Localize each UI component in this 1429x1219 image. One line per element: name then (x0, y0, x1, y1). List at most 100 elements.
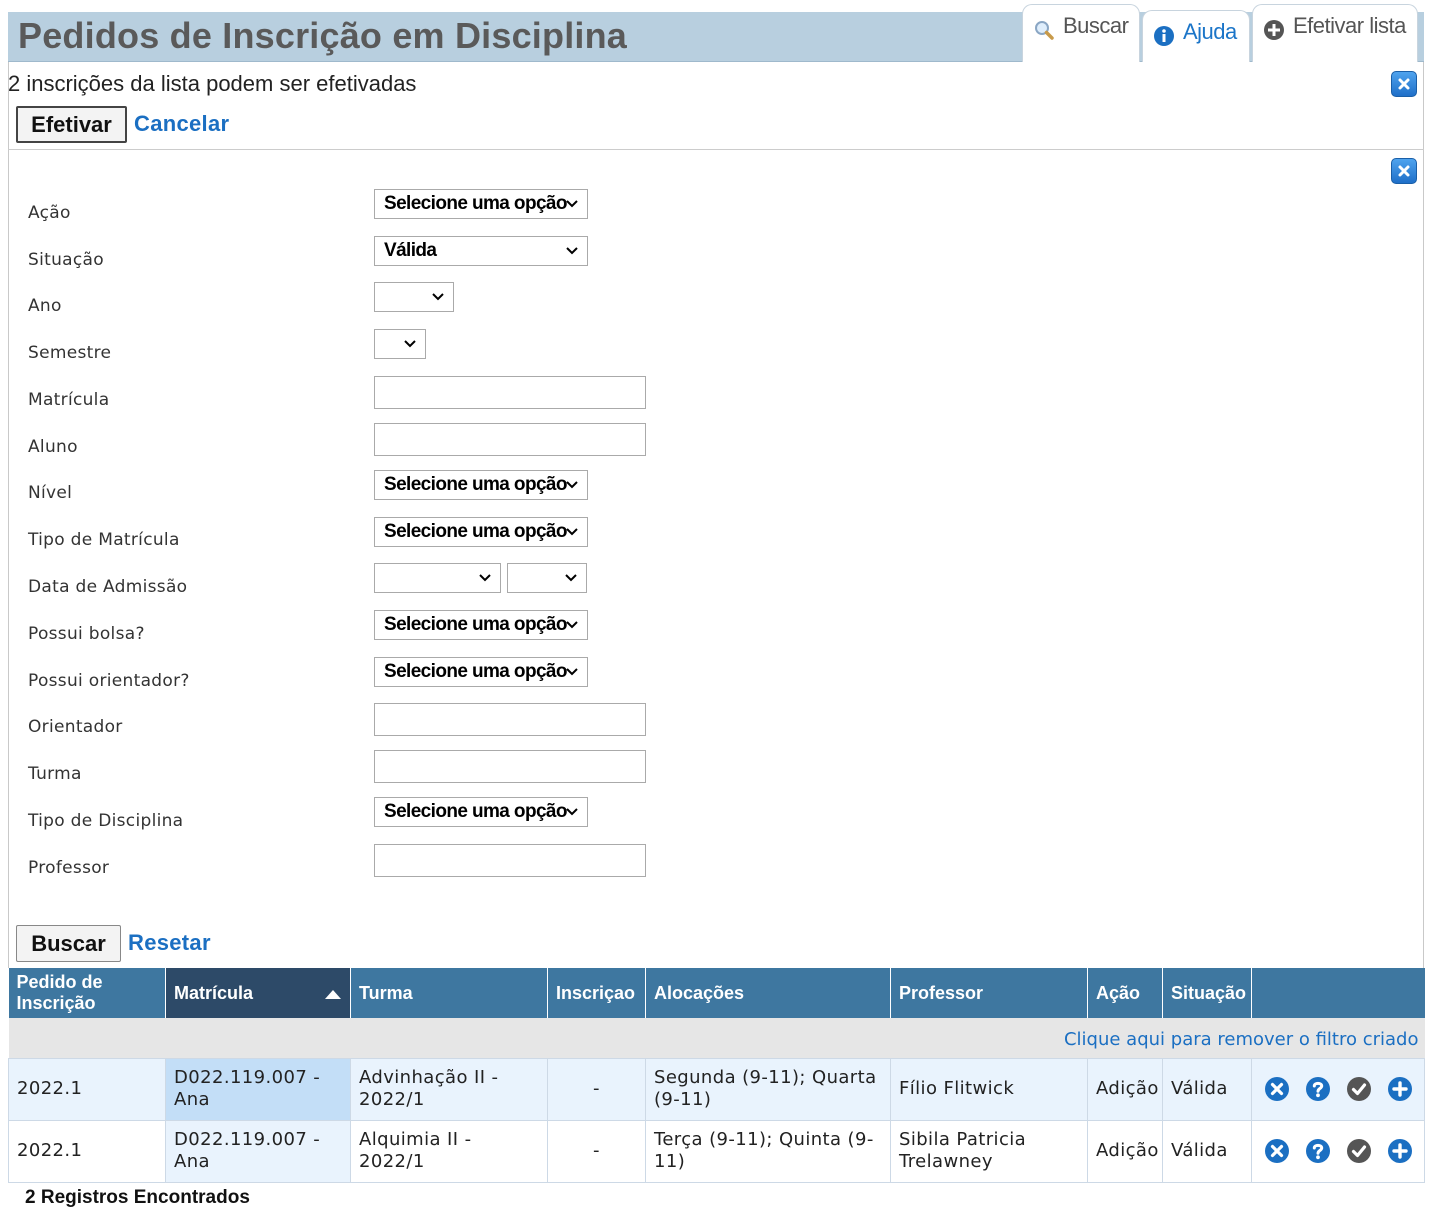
filter-possui-orientador-select[interactable]: Selecione uma opção (374, 657, 588, 687)
filter-tipo-matricula-value: Selecione uma opção (384, 521, 567, 542)
cell-matricula[interactable]: D022.119.007 - Ana (165, 1119, 351, 1183)
filter-label-situacao: Situação (28, 250, 104, 270)
cell-alocacoes: Terça (9-11); Quinta (9-11) (645, 1119, 891, 1183)
cell-inscricao: - (547, 1057, 646, 1121)
filter-label-turma: Turma (28, 764, 82, 784)
filter-semestre-select[interactable] (374, 329, 426, 359)
tab-efetivar-label: Efetivar lista (1293, 13, 1406, 38)
tab-buscar[interactable]: Buscar (1022, 4, 1140, 62)
column-header-acao[interactable]: Ação (1087, 968, 1163, 1018)
cell-turma[interactable]: Alquimia II - 2022/1 (350, 1119, 548, 1183)
close-filters-button[interactable] (1391, 158, 1417, 184)
cell-situacao: Válida (1162, 1057, 1252, 1121)
records-count: 2 Registros Encontrados (25, 1187, 250, 1208)
cell-professor: Fílio Flitwick (890, 1057, 1088, 1121)
cell-matricula[interactable]: D022.119.007 - Ana (165, 1057, 351, 1121)
filter-label-semestre: Semestre (28, 343, 112, 363)
filter-label-ano: Ano (28, 296, 62, 316)
filter-professor-input[interactable] (374, 844, 646, 877)
efetivar-button[interactable]: Efetivar (16, 106, 127, 143)
cancelar-link[interactable]: Cancelar (134, 111, 229, 137)
column-header-matricula-label: Matrícula (174, 982, 254, 1003)
cell-acao: Adição (1087, 1057, 1163, 1121)
column-header-turma[interactable]: Turma (350, 968, 548, 1018)
cell-actions (1251, 1119, 1425, 1183)
cell-actions (1251, 1057, 1425, 1121)
content-frame (8, 62, 1424, 968)
table-row: 2022.1 D022.119.007 - Ana Alquimia II - … (8, 1119, 1425, 1183)
check-icon[interactable] (1346, 1076, 1372, 1102)
close-notice-button[interactable] (1391, 71, 1417, 97)
column-header-actions (1251, 968, 1425, 1018)
remove-icon[interactable] (1264, 1076, 1290, 1102)
cell-acao: Adição (1087, 1119, 1163, 1183)
filter-nivel-value: Selecione uma opção (384, 474, 567, 495)
page-title: Pedidos de Inscrição em Disciplina (18, 15, 628, 56)
chevron-down-icon (565, 574, 577, 582)
filter-label-possui-orientador: Possui orientador? (28, 671, 190, 691)
tab-buscar-label: Buscar (1063, 13, 1129, 38)
chevron-down-icon (432, 293, 444, 301)
filter-notice-row: Clique aqui para remover o filtro criado (8, 1018, 1425, 1058)
cell-pedido[interactable]: 2022.1 (8, 1057, 166, 1121)
filter-situacao-select[interactable]: Válida (374, 236, 588, 266)
filter-label-possui-bolsa: Possui bolsa? (28, 624, 145, 644)
filter-label-data-admissao: Data de Admissão (28, 577, 188, 597)
filter-acao-select[interactable]: Selecione uma opção (374, 189, 588, 219)
filter-tipo-matricula-select[interactable]: Selecione uma opção (374, 517, 588, 547)
cell-turma[interactable]: Advinhação II - 2022/1 (350, 1057, 548, 1121)
column-header-pedido[interactable]: Pedido de Inscrição (8, 968, 166, 1018)
column-header-alocacoes[interactable]: Alocações (645, 968, 891, 1018)
chevron-down-icon (566, 528, 578, 536)
divider (8, 149, 1424, 150)
filter-matricula-input[interactable] (374, 376, 646, 409)
add-icon[interactable] (1387, 1138, 1413, 1164)
filter-ano-select[interactable] (374, 282, 454, 312)
filter-aluno-input[interactable] (374, 423, 646, 456)
filter-label-matricula: Matrícula (28, 390, 110, 410)
help-icon[interactable] (1305, 1076, 1331, 1102)
column-header-matricula[interactable]: Matrícula (165, 968, 351, 1018)
filter-label-aluno: Aluno (28, 437, 78, 457)
filter-acao-value: Selecione uma opção (384, 193, 567, 214)
filter-label-acao: Ação (28, 203, 71, 223)
magnifier-icon (1035, 21, 1054, 40)
tab-efetivar-lista[interactable]: Efetivar lista (1252, 4, 1418, 62)
column-header-situacao[interactable]: Situação (1162, 968, 1252, 1018)
filter-possui-bolsa-value: Selecione uma opção (384, 614, 567, 635)
notice-text: 2 inscrições da lista podem ser efetivad… (8, 71, 417, 96)
buscar-button[interactable]: Buscar (16, 925, 121, 962)
filter-label-orientador: Orientador (28, 717, 123, 737)
filter-data-admissao-year-select[interactable] (507, 563, 587, 593)
chevron-down-icon (479, 574, 491, 582)
cell-professor: Sibila Patricia Trelawney (890, 1119, 1088, 1183)
sort-ascending-icon (325, 989, 341, 999)
tab-ajuda[interactable]: Ajuda (1142, 10, 1250, 62)
filter-tipo-disciplina-select[interactable]: Selecione uma opção (374, 797, 588, 827)
filter-possui-orientador-value: Selecione uma opção (384, 661, 567, 682)
resetar-link[interactable]: Resetar (128, 930, 211, 956)
add-icon[interactable] (1387, 1076, 1413, 1102)
check-icon[interactable] (1346, 1138, 1372, 1164)
help-icon[interactable] (1305, 1138, 1331, 1164)
cell-situacao: Válida (1162, 1119, 1252, 1183)
column-header-inscricao[interactable]: Inscriçao (547, 968, 646, 1018)
cell-alocacoes: Segunda (9-11); Quarta (9-11) (645, 1057, 891, 1121)
filter-possui-bolsa-select[interactable]: Selecione uma opção (374, 610, 588, 640)
filter-label-tipo-matricula: Tipo de Matrícula (28, 530, 180, 550)
filter-label-tipo-disciplina: Tipo de Disciplina (28, 811, 184, 831)
filter-nivel-select[interactable]: Selecione uma opção (374, 470, 588, 500)
cell-inscricao: - (547, 1119, 646, 1183)
remove-icon[interactable] (1264, 1138, 1290, 1164)
filter-data-admissao-month-select[interactable] (374, 563, 501, 593)
chevron-down-icon (566, 668, 578, 676)
filter-orientador-input[interactable] (374, 703, 646, 736)
filter-turma-input[interactable] (374, 750, 646, 783)
cell-pedido[interactable]: 2022.1 (8, 1119, 166, 1183)
chevron-down-icon (566, 247, 578, 255)
info-icon (1154, 26, 1174, 46)
filter-label-nivel: Nível (28, 483, 73, 503)
column-header-professor[interactable]: Professor (890, 968, 1088, 1018)
table-row: 2022.1 D022.119.007 - Ana Advinhação II … (8, 1057, 1425, 1121)
remove-filter-link[interactable]: Clique aqui para remover o filtro criado (8, 1018, 1425, 1058)
